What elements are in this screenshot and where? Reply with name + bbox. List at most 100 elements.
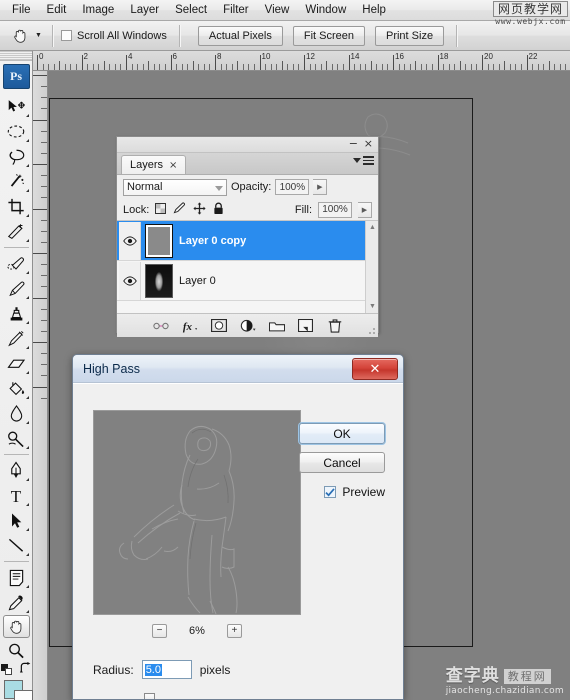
zoom-tool[interactable] (3, 638, 30, 663)
default-colors-icon[interactable] (0, 664, 12, 675)
filter-preview[interactable] (93, 410, 301, 615)
layer-thumbnail[interactable] (145, 223, 173, 258)
crop-tool[interactable] (3, 194, 30, 219)
lock-image-icon[interactable] (173, 202, 186, 217)
tool-flyout-triangle-icon[interactable] (25, 371, 29, 374)
layers-panel-titlebar[interactable]: − × (117, 137, 378, 153)
menu-window[interactable]: Window (297, 1, 354, 19)
table-row[interactable]: Layer 0 (117, 261, 378, 301)
tool-flyout-triangle-icon[interactable] (25, 296, 29, 299)
hand-tool[interactable] (2, 615, 30, 638)
print-size-button[interactable]: Print Size (374, 25, 445, 46)
line-tool[interactable] (3, 533, 30, 558)
tool-flyout-triangle-icon[interactable] (25, 164, 29, 167)
zoom-out-button[interactable]: − (152, 624, 168, 638)
tool-flyout-triangle-icon[interactable] (25, 114, 29, 117)
slider-thumb[interactable] (143, 693, 155, 699)
minimize-icon[interactable]: − (349, 138, 358, 149)
brush-tool[interactable] (3, 276, 30, 301)
layer-style-fx-icon[interactable]: fx (182, 318, 198, 334)
layer-name[interactable]: Layer 0 copy (179, 235, 246, 247)
history-brush-tool[interactable] (3, 326, 30, 351)
lock-transparent-icon[interactable] (155, 202, 167, 217)
cancel-button[interactable]: Cancel (299, 452, 385, 473)
scroll-down-icon[interactable]: ▼ (368, 302, 377, 311)
opacity-input[interactable]: 100% (275, 179, 310, 195)
tool-flyout-triangle-icon[interactable] (25, 503, 29, 506)
menu-image[interactable]: Image (74, 1, 122, 19)
tool-flyout-triangle-icon[interactable] (25, 528, 29, 531)
elliptical-marquee-tool[interactable] (3, 119, 30, 144)
pen-tool[interactable] (3, 458, 30, 483)
blend-mode-select[interactable]: Normal (123, 178, 227, 196)
close-icon[interactable]: ✕ (352, 358, 398, 380)
delete-layer-icon[interactable] (327, 318, 343, 334)
vertical-ruler[interactable] (33, 71, 48, 700)
hand-icon[interactable] (8, 25, 32, 47)
lock-all-icon[interactable] (213, 202, 224, 218)
tool-preset-chevron-down-icon[interactable]: ▼ (32, 25, 45, 47)
swap-colors-icon[interactable] (19, 662, 32, 677)
healing-brush-tool[interactable] (3, 251, 30, 276)
blur-tool[interactable] (3, 401, 30, 426)
tool-flyout-triangle-icon[interactable] (25, 585, 29, 588)
menu-view[interactable]: View (257, 1, 298, 19)
scroll-up-icon[interactable]: ▲ (368, 223, 377, 232)
layer-mask-icon[interactable] (210, 318, 227, 334)
panel-resize-grip[interactable] (368, 327, 376, 335)
panel-menu-icon[interactable] (353, 156, 374, 165)
checkbox-box[interactable] (61, 30, 72, 41)
tool-flyout-triangle-icon[interactable] (25, 214, 29, 217)
layer-visibility-toggle[interactable] (119, 221, 141, 260)
new-group-icon[interactable] (268, 318, 285, 334)
dodge-tool[interactable] (3, 426, 30, 451)
fill-input[interactable]: 100% (318, 201, 352, 218)
actual-pixels-button[interactable]: Actual Pixels (197, 25, 283, 46)
scroll-all-windows-checkbox[interactable]: Scroll All Windows (61, 30, 167, 42)
tool-flyout-triangle-icon[interactable] (25, 553, 29, 556)
opacity-spinner-icon[interactable]: ▶ (313, 179, 328, 195)
tool-flyout-triangle-icon[interactable] (25, 478, 29, 481)
tool-flyout-triangle-icon[interactable] (25, 139, 29, 142)
layer-name[interactable]: Layer 0 (179, 275, 216, 287)
adjustment-layer-icon[interactable] (240, 318, 256, 334)
horizontal-ruler[interactable]: 0 2 4 6 8 10 12 14 16 18 20 22 (33, 51, 570, 71)
slice-tool[interactable] (3, 219, 30, 244)
menu-layer[interactable]: Layer (122, 1, 167, 19)
paint-bucket-tool[interactable] (3, 376, 30, 401)
table-row[interactable]: Layer 0 copy (117, 221, 378, 261)
tool-flyout-triangle-icon[interactable] (25, 421, 29, 424)
menu-select[interactable]: Select (167, 1, 215, 19)
radius-input[interactable]: 5.0 (141, 660, 192, 679)
menu-help[interactable]: Help (354, 1, 394, 19)
ok-button[interactable]: OK (299, 423, 385, 444)
dialog-titlebar[interactable]: High Pass ✕ (73, 355, 403, 383)
magic-wand-tool[interactable] (3, 169, 30, 194)
clone-stamp-tool[interactable] (3, 301, 30, 326)
tool-flyout-triangle-icon[interactable] (25, 346, 29, 349)
tool-flyout-triangle-icon[interactable] (25, 610, 29, 613)
layers-scrollbar[interactable]: ▲ ▼ (365, 221, 378, 313)
zoom-in-button[interactable]: + (226, 624, 242, 638)
tool-flyout-triangle-icon[interactable] (25, 271, 29, 274)
radius-slider[interactable] (95, 692, 367, 699)
tool-flyout-triangle-icon[interactable] (25, 396, 29, 399)
tool-flyout-triangle-icon[interactable] (25, 239, 29, 242)
fill-spinner-icon[interactable]: ▶ (358, 201, 372, 218)
notes-tool[interactable] (3, 565, 30, 590)
tool-palette-grip[interactable] (0, 51, 32, 61)
menu-file[interactable]: File (4, 1, 39, 19)
move-tool[interactable] (3, 94, 30, 119)
new-layer-icon[interactable] (298, 318, 314, 334)
preview-checkbox[interactable]: Preview (324, 485, 385, 499)
type-tool[interactable]: T (3, 483, 30, 508)
background-color-swatch[interactable] (14, 690, 33, 700)
link-layers-icon[interactable] (152, 318, 169, 334)
tab-layers[interactable]: Layers × (121, 155, 187, 174)
eyedropper-tool[interactable] (3, 590, 30, 615)
tool-flyout-triangle-icon[interactable] (25, 321, 29, 324)
lasso-tool[interactable] (3, 144, 30, 169)
tool-flyout-triangle-icon[interactable] (25, 189, 29, 192)
close-icon[interactable]: × (364, 138, 373, 149)
menu-edit[interactable]: Edit (39, 1, 75, 19)
